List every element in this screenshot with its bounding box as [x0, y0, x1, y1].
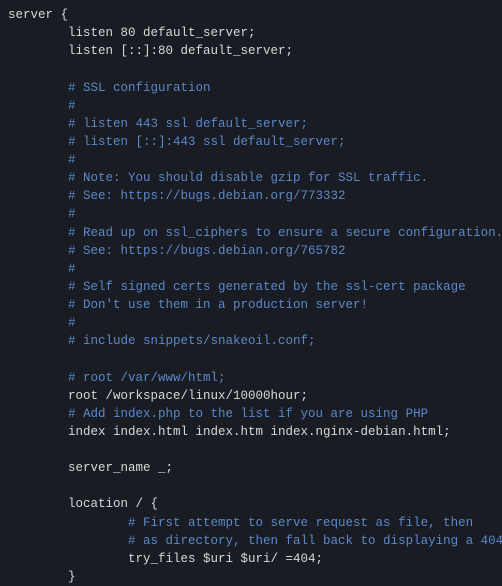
- code-line: #: [8, 205, 494, 223]
- code-line: server_name _;: [8, 459, 494, 477]
- code-line: listen 80 default_server;: [8, 24, 494, 42]
- code-line: #: [8, 314, 494, 332]
- code-line: # Read up on ssl_ciphers to ensure a sec…: [8, 224, 494, 242]
- code-line: #: [8, 151, 494, 169]
- code-line: [8, 441, 494, 459]
- code-line: root /workspace/linux/10000hour;: [8, 387, 494, 405]
- code-line: [8, 350, 494, 368]
- code-line: # Don't use them in a production server!: [8, 296, 494, 314]
- code-line: location / {: [8, 495, 494, 513]
- code-line: # First attempt to serve request as file…: [8, 514, 494, 532]
- code-line: [8, 477, 494, 495]
- code-line: # as directory, then fall back to displa…: [8, 532, 494, 550]
- code-line: # SSL configuration: [8, 79, 494, 97]
- code-line: # listen 443 ssl default_server;: [8, 115, 494, 133]
- code-line: #: [8, 260, 494, 278]
- nginx-config-code: server { listen 80 default_server; liste…: [8, 6, 494, 586]
- code-line: [8, 60, 494, 78]
- code-line: # root /var/www/html;: [8, 369, 494, 387]
- code-line: # listen [::]:443 ssl default_server;: [8, 133, 494, 151]
- code-line: index index.html index.htm index.nginx-d…: [8, 423, 494, 441]
- code-line: server {: [8, 6, 494, 24]
- code-line: # Note: You should disable gzip for SSL …: [8, 169, 494, 187]
- code-line: try_files $uri $uri/ =404;: [8, 550, 494, 568]
- code-line: # See: https://bugs.debian.org/765782: [8, 242, 494, 260]
- code-line: # Self signed certs generated by the ssl…: [8, 278, 494, 296]
- code-line: # Add index.php to the list if you are u…: [8, 405, 494, 423]
- code-line: #: [8, 97, 494, 115]
- code-line: # See: https://bugs.debian.org/773332: [8, 187, 494, 205]
- code-line: }: [8, 568, 494, 586]
- code-line: # include snippets/snakeoil.conf;: [8, 332, 494, 350]
- code-line: listen [::]:80 default_server;: [8, 42, 494, 60]
